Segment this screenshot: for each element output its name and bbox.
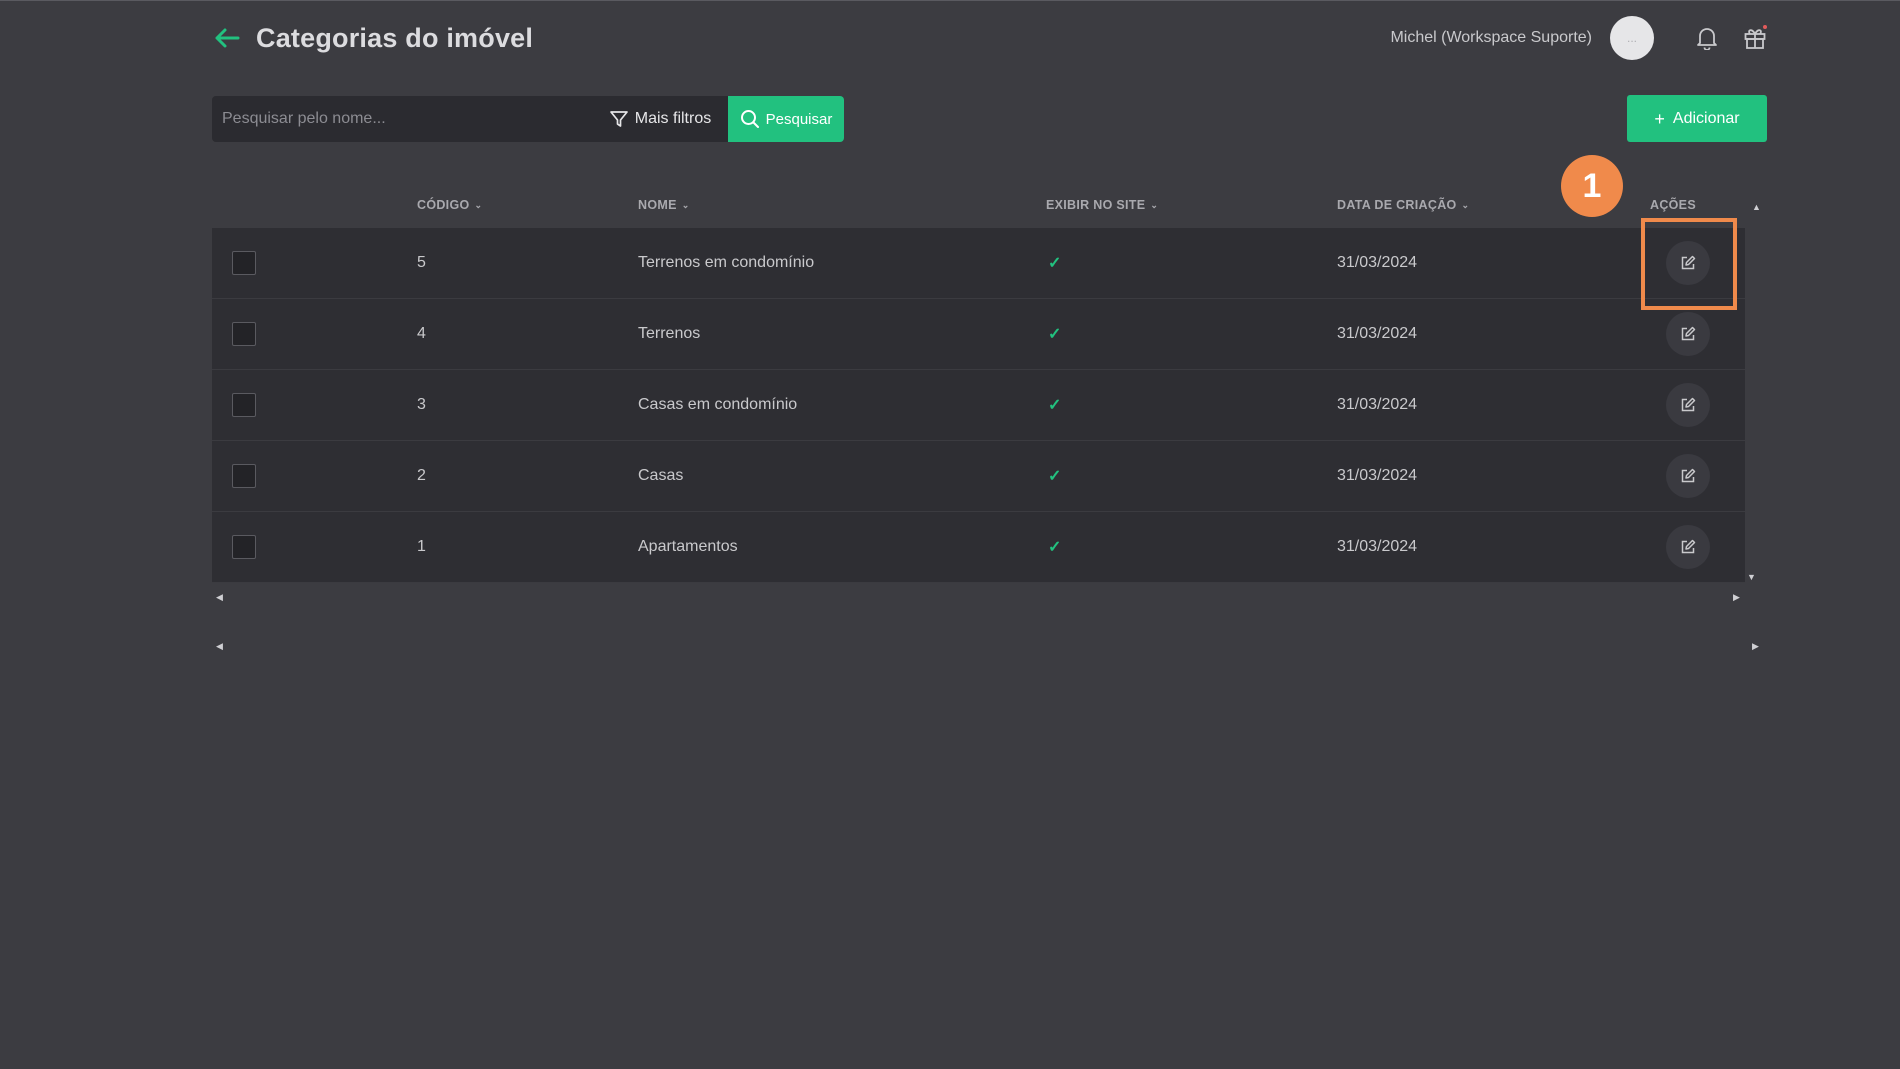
chevron-down-icon: ⌄ [681, 199, 690, 210]
notifications-button[interactable] [1692, 23, 1722, 53]
search-button[interactable]: Pesquisar [728, 96, 844, 142]
cell-codigo: 2 [417, 467, 426, 484]
avatar-text: ... [1626, 31, 1637, 45]
gift-button[interactable] [1740, 23, 1770, 53]
column-label: DATA DE CRIAÇÃO [1337, 198, 1457, 212]
table-row: 3 Casas em condomínio ✓ 31/03/2024 [212, 370, 1745, 441]
avatar[interactable]: ... [1610, 16, 1654, 60]
search-button-label: Pesquisar [765, 110, 833, 128]
more-filters-label: Mais filtros [634, 110, 712, 127]
bell-icon [1697, 28, 1717, 50]
check-icon: ✓ [1048, 468, 1062, 485]
cell-data: 31/03/2024 [1337, 538, 1418, 555]
highlight-box [1641, 218, 1737, 310]
column-label: EXIBIR NO SITE [1046, 198, 1146, 212]
gift-icon [1744, 29, 1766, 49]
add-button-label: Adicionar [1672, 109, 1740, 127]
scroll-down-arrow-icon[interactable]: ▼ [1747, 572, 1756, 582]
cell-codigo: 3 [417, 396, 426, 413]
column-label: NOME [638, 198, 677, 212]
scroll-right-arrow-icon[interactable]: ▶ [1733, 592, 1740, 603]
page-header: Categorias do imóvel Michel (Workspace S… [212, 14, 1770, 62]
column-header-exibir-no-site[interactable]: EXIBIR NO SITE ⌄ [1046, 198, 1158, 212]
page-scroll-right-arrow-icon[interactable]: ▶ [1752, 641, 1759, 652]
table-row: 2 Casas ✓ 31/03/2024 [212, 441, 1745, 512]
edit-icon [1681, 539, 1696, 554]
page-title: Categorias do imóvel [256, 22, 534, 53]
cell-nome: Terrenos em condomínio [638, 254, 815, 271]
edit-button[interactable] [1666, 454, 1710, 498]
header-user-area: Michel (Workspace Suporte) ... [1390, 16, 1770, 60]
table-row: 4 Terrenos ✓ 31/03/2024 [212, 299, 1745, 370]
column-label: AÇÕES [1650, 198, 1696, 212]
cell-data: 31/03/2024 [1337, 467, 1418, 484]
cell-nome: Terrenos [638, 325, 701, 342]
arrow-left-icon [215, 28, 240, 48]
user-name[interactable]: Michel (Workspace Suporte) [1390, 29, 1592, 47]
cell-nome: Apartamentos [638, 538, 738, 555]
plus-icon: + [1654, 108, 1665, 129]
check-icon: ✓ [1048, 255, 1062, 272]
chevron-down-icon: ⌄ [1461, 199, 1470, 210]
row-checkbox[interactable] [232, 535, 256, 559]
check-icon: ✓ [1048, 539, 1062, 556]
chevron-down-icon: ⌄ [1150, 199, 1159, 210]
row-checkbox[interactable] [232, 464, 256, 488]
scroll-left-arrow-icon[interactable]: ◀ [216, 592, 223, 603]
cell-nome: Casas em condomínio [638, 396, 798, 413]
edit-button[interactable] [1666, 383, 1710, 427]
cell-data: 31/03/2024 [1337, 325, 1418, 342]
page-scroll-left-arrow-icon[interactable]: ◀ [216, 641, 223, 652]
search-input[interactable] [212, 109, 524, 129]
step-callout-badge: 1 [1561, 155, 1623, 217]
edit-button[interactable] [1666, 525, 1710, 569]
edit-icon [1681, 326, 1696, 341]
filter-icon [609, 111, 628, 127]
gift-notification-dot [1763, 25, 1767, 29]
categories-table: CÓDIGO ⌄ NOME ⌄ EXIBIR NO SITE ⌄ DATA DE… [212, 186, 1761, 583]
search-input-wrapper [212, 96, 592, 142]
cell-data: 31/03/2024 [1337, 254, 1418, 271]
back-button[interactable] [212, 23, 242, 53]
cell-nome: Casas [638, 467, 684, 484]
cell-data: 31/03/2024 [1337, 396, 1418, 413]
add-button[interactable]: + Adicionar [1627, 95, 1767, 142]
check-icon: ✓ [1048, 397, 1062, 414]
row-checkbox[interactable] [232, 393, 256, 417]
table-row: 5 Terrenos em condomínio ✓ 31/03/2024 [212, 228, 1745, 299]
row-checkbox[interactable] [232, 322, 256, 346]
edit-icon [1681, 397, 1696, 412]
table-row: 1 Apartamentos ✓ 31/03/2024 [212, 512, 1745, 583]
column-header-codigo[interactable]: CÓDIGO ⌄ [417, 198, 482, 212]
column-header-data-de-criacao[interactable]: DATA DE CRIAÇÃO ⌄ [1337, 198, 1469, 212]
column-header-nome[interactable]: NOME ⌄ [638, 198, 690, 212]
cell-codigo: 5 [417, 254, 426, 271]
chevron-down-icon: ⌄ [474, 199, 483, 210]
table-header: CÓDIGO ⌄ NOME ⌄ EXIBIR NO SITE ⌄ DATA DE… [212, 186, 1761, 228]
edit-icon [1681, 468, 1696, 483]
row-checkbox[interactable] [232, 251, 256, 275]
search-bar: Mais filtros Pesquisar [212, 96, 844, 142]
edit-button[interactable] [1666, 312, 1710, 356]
cell-codigo: 4 [417, 325, 426, 342]
scroll-up-arrow-icon[interactable]: ▲ [1752, 202, 1761, 212]
column-header-acoes: AÇÕES [1650, 198, 1696, 212]
top-border [0, 0, 1900, 1]
check-icon: ✓ [1048, 326, 1062, 343]
more-filters-button[interactable]: Mais filtros [592, 96, 728, 142]
table-body: 5 Terrenos em condomínio ✓ 31/03/2024 4 … [212, 228, 1745, 583]
cell-codigo: 1 [417, 538, 426, 555]
column-label: CÓDIGO [417, 198, 470, 212]
search-icon [740, 110, 759, 128]
